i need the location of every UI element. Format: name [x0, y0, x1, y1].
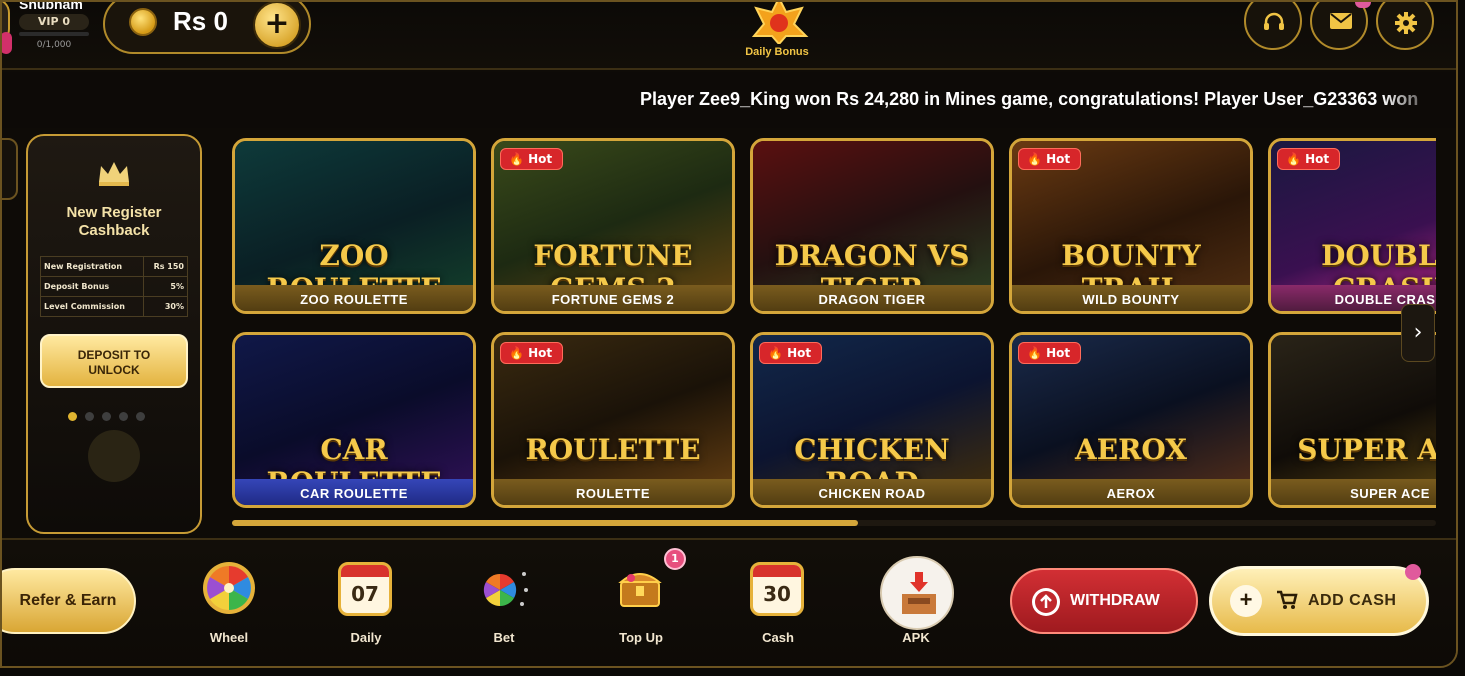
add-balance-button[interactable]: + — [253, 2, 301, 49]
scroll-thumb[interactable] — [232, 520, 858, 526]
nav-wheel[interactable]: Wheel — [184, 560, 274, 645]
left-panel-tab[interactable] — [2, 138, 18, 200]
nav-apk[interactable]: APK — [871, 556, 961, 645]
avatar-status-dot — [2, 32, 12, 54]
gear-icon — [1395, 12, 1417, 34]
game-tile[interactable]: CHICKEN ROAD🔥 HotCHICKEN ROAD — [750, 332, 994, 508]
carousel-dot[interactable] — [119, 412, 128, 421]
game-name: WILD BOUNTY — [1012, 285, 1250, 311]
daily-bonus-label[interactable]: Daily Bonus — [732, 46, 822, 58]
top-header: Shubham VIP 0 0/1,000 Rs 0 + Daily Bonus — [2, 0, 1456, 70]
daily-bonus-icon[interactable] — [748, 0, 810, 44]
hot-badge: 🔥 Hot — [759, 342, 823, 364]
game-name: ROULETTE — [494, 479, 732, 505]
deposit-to-unlock-button[interactable]: DEPOSIT TO UNLOCK — [40, 334, 188, 388]
settings-button[interactable] — [1376, 2, 1434, 50]
nav-bet[interactable]: Bet — [459, 560, 549, 645]
game-tile[interactable]: DRAGON VS TIGERDRAGON TIGER — [750, 138, 994, 314]
headset-icon — [1264, 12, 1284, 30]
bottom-bar: Refer & Earn Wheel 07 Daily Bet Top Up 3… — [2, 538, 1456, 666]
plus-icon: + — [1230, 585, 1262, 617]
game-art-title: SUPER ACE — [1297, 433, 1436, 466]
mail-notification-dot — [1355, 2, 1371, 8]
refer-and-earn-button[interactable]: Refer & Earn — [2, 568, 136, 634]
game-grid: ZOO ROULETTEZOO ROULETTE FORTUNE GEMS 2 🔥 … — [232, 138, 1436, 518]
game-name: CAR ROULETTE — [235, 479, 473, 505]
scroll-right-button[interactable]: › — [1401, 304, 1435, 362]
wheel-icon — [203, 562, 255, 614]
game-name: DRAGON TIGER — [753, 285, 991, 311]
game-tile[interactable]: ROULETTE 🔥 Hot ROULETTE — [491, 332, 735, 508]
add-cash-notification-dot — [1405, 564, 1421, 580]
treasure-chest-icon — [618, 573, 662, 607]
withdraw-button[interactable]: WITHDRAW — [1010, 568, 1198, 634]
game-tile[interactable]: ZOO ROULETTEZOO ROULETTE — [232, 138, 476, 314]
balance-pill: Rs 0 + — [103, 2, 311, 54]
game-name: ZOO ROULETTE — [235, 285, 473, 311]
game-name: CHICKEN ROAD — [753, 479, 991, 505]
coin-icon — [129, 8, 157, 36]
vip-progress-text: 0/1,000 — [36, 40, 72, 50]
game-name: AEROX — [1012, 479, 1250, 505]
carousel-dot[interactable] — [85, 412, 94, 421]
promo-title: New Register Cashback — [66, 204, 162, 239]
promo-row: Deposit Bonus 5% — [39, 276, 188, 297]
mail-icon — [1330, 13, 1352, 29]
game-tile[interactable]: BOUNTY TRAIL🔥 HotWILD BOUNTY — [1009, 138, 1253, 314]
game-art-title: ROULETTE — [525, 433, 701, 466]
add-cash-button[interactable]: + ADD CASH — [1209, 566, 1429, 636]
winners-ticker: Player Zee9_King won Rs 24,280 in Mines … — [2, 72, 1456, 128]
game-tile[interactable]: CAR ROULETTECAR ROULETTE — [232, 332, 476, 508]
vip-badge[interactable]: VIP 0 — [19, 14, 89, 30]
casino-lobby: Shubham VIP 0 0/1,000 Rs 0 + Daily Bonus — [0, 0, 1458, 668]
download-box-icon — [902, 572, 936, 614]
promo-row: Level Commission 30% — [39, 296, 188, 317]
carousel-dot[interactable] — [102, 412, 111, 421]
game-tile[interactable]: DOUBLE CRASH🔥 HotDOUBLE CRASH — [1268, 138, 1436, 314]
username: Shubham — [19, 0, 83, 12]
carousel-dot[interactable] — [68, 412, 77, 421]
game-tile[interactable]: FORTUNE GEMS 2🔥 HotFORTUNE GEMS 2 — [491, 138, 735, 314]
nav-cash[interactable]: 30 Cash — [733, 560, 823, 645]
calendar-icon: 30 — [750, 560, 806, 616]
support-button[interactable] — [1244, 2, 1302, 50]
hot-badge: 🔥 Hot — [500, 148, 564, 170]
nav-daily[interactable]: 07 Daily — [321, 560, 411, 645]
promo-decoration — [88, 430, 140, 482]
calendar-icon: 07 — [338, 560, 394, 616]
promo-row: New Registration Rs 150 — [39, 256, 188, 277]
crown-icon — [99, 162, 129, 186]
hot-badge: 🔥 Hot — [1018, 148, 1082, 170]
arrow-up-icon — [1032, 588, 1060, 616]
vip-progress-bar — [19, 32, 89, 36]
game-tile[interactable]: AEROX 🔥 Hot AEROX — [1009, 332, 1253, 508]
hot-badge: 🔥 Hot — [1018, 342, 1082, 364]
promo-table: New Registration Rs 150 Deposit Bonus 5% L… — [39, 256, 188, 317]
game-name: FORTUNE GEMS 2 — [494, 285, 732, 311]
cart-icon — [1277, 590, 1298, 609]
nav-top-up[interactable]: Top Up — [596, 560, 686, 645]
game-name: SUPER ACE — [1271, 479, 1436, 505]
hot-badge: 🔥 Hot — [1277, 148, 1341, 170]
carousel-dots — [68, 406, 153, 425]
bet-wheel-icon — [483, 572, 528, 607]
top-up-badge: 1 — [664, 548, 686, 570]
carousel-dot[interactable] — [136, 412, 145, 421]
game-art-title: AEROX — [1075, 433, 1187, 466]
balance-amount: Rs 0 — [173, 6, 228, 36]
register-cashback-card: New Register Cashback New Registration Rs… — [26, 134, 202, 534]
ticker-text: Player Zee9_King won Rs 24,280 in Mines … — [640, 89, 1419, 109]
hot-badge: 🔥 Hot — [500, 342, 564, 364]
